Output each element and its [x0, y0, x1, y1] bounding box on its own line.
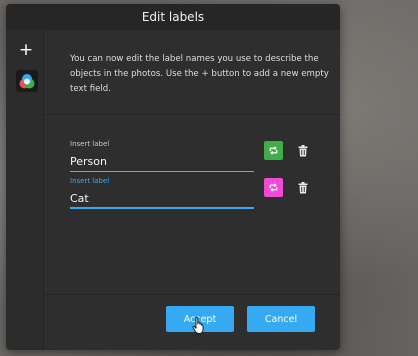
footer-divider — [44, 294, 340, 295]
trash-icon — [298, 144, 308, 156]
color-swatch-icon — [19, 74, 35, 89]
edit-labels-dialog: Edit labels + You can now edit the label… — [6, 4, 340, 350]
cancel-button[interactable]: Cancel — [247, 306, 315, 332]
field-caption: Insert label — [70, 140, 110, 148]
dialog-sidebar: + — [6, 30, 44, 350]
refresh-icon — [269, 183, 278, 192]
delete-label-button[interactable] — [296, 180, 310, 195]
label-color-button[interactable] — [264, 178, 283, 197]
label-color-button[interactable] — [264, 141, 283, 160]
dialog-titlebar: Edit labels — [6, 4, 340, 30]
plus-icon: + — [18, 40, 34, 60]
label-input-cat[interactable] — [70, 187, 254, 209]
trash-icon — [298, 181, 308, 193]
label-row: Insert label — [70, 177, 330, 213]
delete-label-button[interactable] — [296, 143, 310, 158]
dialog-title: Edit labels — [141, 10, 205, 24]
label-row: Insert label — [70, 140, 330, 176]
label-input-person[interactable] — [70, 150, 254, 172]
add-label-button[interactable]: + — [18, 40, 34, 60]
refresh-icon — [269, 146, 278, 155]
mouse-pointer-icon — [192, 317, 204, 334]
label-colors-button[interactable] — [16, 70, 38, 92]
field-caption: Insert label — [70, 177, 110, 185]
content-divider — [44, 114, 340, 115]
dialog-description: You can now edit the label names you use… — [70, 54, 329, 94]
dialog-content: You can now edit the label names you use… — [44, 30, 340, 350]
